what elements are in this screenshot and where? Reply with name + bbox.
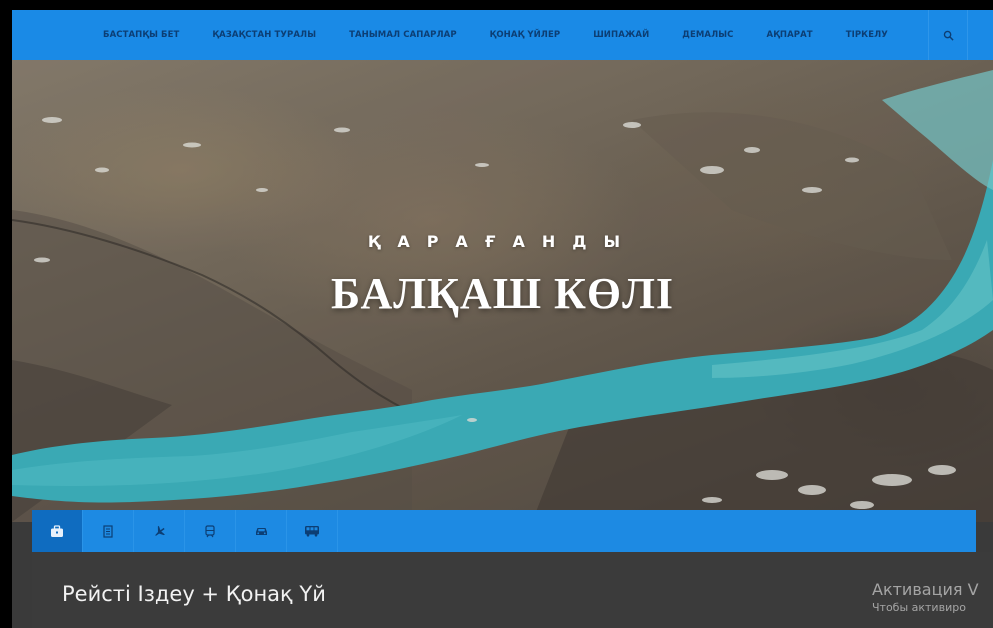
hero-region-subtitle: ҚАРАҒАНДЫ <box>367 232 638 251</box>
nav-item-information[interactable]: АҚПАРАТ <box>767 30 813 40</box>
bus-icon <box>305 526 319 537</box>
top-navigation: БАСТАПҚЫ БЕТ ҚАЗАҚСТАН ТУРАЛЫ ТАНЫМАЛ СА… <box>12 10 993 60</box>
nav-search-button[interactable] <box>928 10 968 60</box>
search-panel-title: Рейсті Іздеу + Қонақ Үй <box>62 582 326 606</box>
nav-item-sanatorium[interactable]: ШИПАЖАЙ <box>593 30 649 40</box>
suitcase-icon <box>51 524 63 537</box>
hero-banner: ҚАРАҒАНДЫ БАЛҚАШ КӨЛІ <box>12 60 993 522</box>
tab-flight[interactable] <box>134 510 185 552</box>
tab-hotel[interactable] <box>83 510 134 552</box>
nav-item-about-kazakhstan[interactable]: ҚАЗАҚСТАН ТУРАЛЫ <box>212 30 316 40</box>
nav-item-register[interactable]: ТІРКЕЛУ <box>846 30 888 40</box>
search-tabbar <box>32 510 976 552</box>
nav-menu: БАСТАПҚЫ БЕТ ҚАЗАҚСТАН ТУРАЛЫ ТАНЫМАЛ СА… <box>103 10 888 60</box>
activation-line-2: Чтобы активиро <box>872 601 966 614</box>
nav-item-popular-trips[interactable]: ТАНЫМАЛ САПАРЛАР <box>349 30 457 40</box>
car-icon <box>255 528 267 535</box>
tab-car[interactable] <box>236 510 287 552</box>
nav-item-hotels[interactable]: ҚОНАҚ ҮЙЛЕР <box>490 30 561 40</box>
os-activation-watermark: Активация V Чтобы активиро <box>872 580 979 614</box>
train-icon <box>205 524 215 537</box>
tab-flight-hotel[interactable] <box>32 510 83 552</box>
nav-item-home[interactable]: БАСТАПҚЫ БЕТ <box>103 30 179 40</box>
tab-bus[interactable] <box>287 510 338 552</box>
browser-viewport: БАСТАПҚЫ БЕТ ҚАЗАҚСТАН ТУРАЛЫ ТАНЫМАЛ СА… <box>12 10 993 628</box>
airplane-icon <box>154 525 165 536</box>
search-panel: Рейсті Іздеу + Қонақ Үй <box>32 552 993 628</box>
hero-title: БАЛҚАШ КӨЛІ <box>330 269 675 318</box>
hotel-icon <box>103 524 113 538</box>
search-icon <box>943 30 954 41</box>
nav-item-vacation[interactable]: ДЕМАЛЫС <box>682 30 733 40</box>
activation-line-1: Активация V <box>872 580 979 599</box>
tab-train[interactable] <box>185 510 236 552</box>
